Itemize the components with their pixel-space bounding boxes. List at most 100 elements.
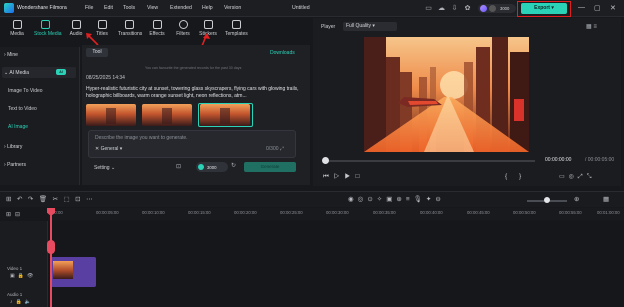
generation-prompt: Hyper-realistic futuristic city at sunse… [86, 86, 299, 99]
menu-extended[interactable]: Extended [170, 5, 192, 11]
tab-label: Templates [225, 31, 248, 37]
tab-label: Effects [149, 31, 165, 37]
refresh-icon[interactable]: ↻ [231, 162, 236, 169]
filmora-logo-icon [4, 3, 14, 13]
tab-label: Media [10, 31, 24, 37]
tab-stock-media[interactable]: Stock Media [34, 20, 62, 37]
video-track-icons[interactable]: ▣🔒👁 [10, 273, 36, 279]
setting-label: Setting [94, 165, 110, 171]
timeline-right-tools[interactable]: ◉◎⊙✧▣⊕≡🎙✦⊖ [348, 195, 445, 203]
minimize-icon[interactable]: — [578, 4, 585, 11]
playback-controls[interactable]: ⏮▷▶□ [323, 173, 364, 181]
tab-label: Transitions [118, 31, 143, 37]
player-view-icons[interactable]: ▦ ≡ [586, 23, 597, 30]
generate-button[interactable]: Generate [244, 162, 296, 172]
menu-tools[interactable]: Tools [123, 5, 135, 11]
timeline-zoom-handle[interactable] [544, 197, 550, 203]
player-scrub-handle[interactable] [322, 157, 329, 164]
export-button[interactable]: Export ▾ [521, 3, 567, 14]
music-note-icon [71, 20, 81, 29]
ruler-tick: 00:00:45:00 [467, 210, 490, 215]
cost-value: 3000 [207, 164, 217, 170]
tab-media[interactable]: Media [6, 20, 28, 37]
template-icon [231, 20, 241, 29]
media-icon [12, 20, 22, 29]
sidebar-item-ai-image[interactable]: AI Image [8, 124, 28, 130]
credits-badge[interactable]: 3000 [478, 4, 516, 13]
ruler-tick: 00:00:10:00 [142, 210, 165, 215]
annotation-arrow-titles [86, 33, 99, 46]
monitor-icon[interactable]: ▭ [424, 4, 433, 13]
tool-button[interactable]: Tool [86, 48, 108, 57]
ruler-tick: 00:00:25:00 [280, 210, 303, 215]
ruler-tick: 00:00:20:00 [234, 210, 257, 215]
player-label: Player [321, 24, 336, 30]
player-scrub-bar[interactable] [325, 160, 535, 162]
sidebar-item-image-to-video[interactable]: Image To Video [8, 88, 43, 94]
sidebar-label: Partners [7, 162, 26, 168]
total-time: / 00:00:05:00 [585, 157, 615, 163]
tab-label: Filters [176, 31, 190, 37]
generation-cost: 3000 [196, 162, 228, 172]
stock-media-icon [40, 20, 50, 29]
credit-coin-icon [480, 5, 487, 12]
video-clip[interactable] [51, 257, 96, 287]
text-t-icon [97, 20, 107, 29]
city-sunset-image [364, 37, 529, 152]
sidebar-item-ai-media[interactable]: ⌄ AI Media [4, 70, 29, 76]
setting-dropdown[interactable]: Setting ⌄ [94, 165, 115, 171]
ruler-tick: 00:00:30:00 [326, 210, 349, 215]
audio-track-icons[interactable]: ♪🔒🔈 [10, 299, 34, 305]
ruler-tick: 00:00:40:00 [420, 210, 443, 215]
generated-image-1[interactable] [86, 104, 136, 126]
ruler-tick: 00:00:35:00 [373, 210, 396, 215]
clip-thumbnail [53, 261, 73, 279]
video-preview [364, 37, 529, 152]
sidebar-label: Mine [7, 52, 18, 58]
timeline-edit-tools[interactable]: ⊞↶↷🗑✂⬚⊡⋯ [6, 195, 98, 203]
export-label: Export [534, 5, 550, 11]
ruler-tick: 00:00:55:00 [559, 210, 582, 215]
sidebar-item-library[interactable]: › Library [4, 144, 22, 150]
char-counter: 0/300 ⤢ [266, 146, 284, 152]
generation-date: 08/25/2025 14:34 [86, 75, 125, 81]
ruler-tick: 00:00:15:00 [188, 210, 211, 215]
menu-view[interactable]: View [147, 5, 158, 11]
avatar [489, 5, 496, 12]
playhead-handle[interactable] [47, 240, 55, 254]
ruler-tick: 00:01:00:00 [597, 210, 620, 215]
menu-edit[interactable]: Edit [104, 5, 113, 11]
tab-effects[interactable]: Effects [146, 20, 168, 37]
tab-filters[interactable]: Filters [172, 20, 194, 37]
mark-in-out-icons[interactable]: { } [505, 173, 526, 180]
sidebar-item-text-to-video[interactable]: Text to Video [8, 106, 37, 112]
prompt-input[interactable]: Describe the image you want to generate. [95, 135, 188, 141]
quality-value: Full Quality [346, 23, 372, 29]
sidebar-label: Library [7, 144, 23, 150]
tab-transitions[interactable]: Transitions [118, 20, 143, 37]
downloads-link[interactable]: Downloads [270, 50, 295, 56]
menu-file[interactable]: File [85, 5, 93, 11]
gift-icon[interactable]: ✿ [463, 4, 472, 13]
timeline-view-icon[interactable]: ▦ [603, 195, 609, 203]
sidebar-item-partners[interactable]: › Partners [4, 162, 26, 168]
ruler-tick: 00:00:05:00 [96, 210, 119, 215]
generated-image-2[interactable] [142, 104, 192, 126]
tab-templates[interactable]: Templates [225, 20, 248, 37]
maximize-icon[interactable]: ▢ [594, 4, 601, 12]
player-extra-icons[interactable]: ▭◎⤢⤡ [559, 173, 596, 181]
track-header-icons[interactable]: ⊞⊟ [6, 211, 24, 218]
zoom-in-icon[interactable]: ⊕ [574, 195, 579, 203]
menu-version[interactable]: Version [224, 5, 241, 11]
video-track-label: Video 1 [7, 266, 23, 271]
selected-image-frame [198, 103, 253, 127]
quality-select[interactable]: Full Quality ▾ [343, 22, 397, 31]
playhead[interactable] [50, 208, 52, 307]
menu-help[interactable]: Help [202, 5, 213, 11]
sidebar-item-mine[interactable]: › Mine [4, 52, 18, 58]
cloud-icon[interactable]: ☁ [437, 4, 446, 13]
style-select[interactable]: ✕ General ▾ [95, 146, 122, 152]
close-icon[interactable]: ✕ [610, 4, 616, 12]
download-icon[interactable]: ⇩ [450, 4, 459, 13]
image-zoom-icon[interactable]: ⊡ [176, 163, 185, 171]
